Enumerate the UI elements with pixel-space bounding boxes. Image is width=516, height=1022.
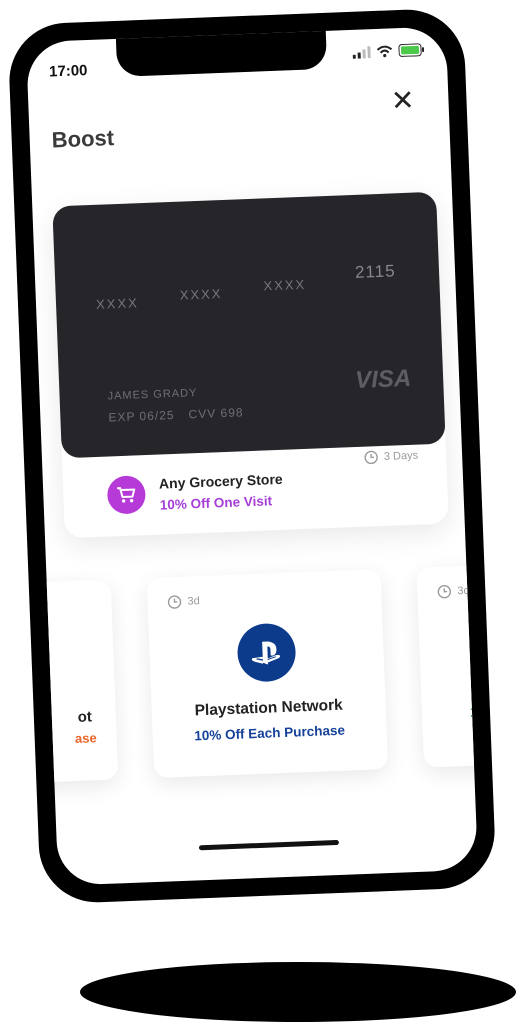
card-expiry: EXP 06/25	[108, 407, 175, 425]
page-title: Boost	[51, 125, 115, 153]
card-cvv: CVV 698	[188, 405, 244, 422]
signal-icon	[352, 45, 371, 59]
app-screen: 17:00 ✕ Boost XXXX XXXX XXXX 2115 JAMES …	[25, 26, 479, 886]
credit-card: XXXX XXXX XXXX 2115 JAMES GRADY EXP 06/2…	[52, 191, 446, 459]
battery-icon	[398, 43, 425, 57]
offer-card-name: ot	[77, 708, 93, 726]
merchant-name: Any Grocery Store	[158, 470, 283, 492]
playstation-logo	[236, 622, 297, 683]
close-button[interactable]: ✕	[390, 84, 415, 118]
clock-icon	[364, 450, 378, 465]
device-notch	[115, 28, 328, 77]
card-number-group: XXXX	[263, 276, 307, 294]
grocery-badge	[106, 475, 147, 515]
card-number-group: XXXX	[95, 295, 140, 312]
card-brand-logo: VISA	[354, 364, 412, 394]
cardholder-name: JAMES GRADY	[107, 387, 198, 403]
offer-card[interactable]: ot ase	[25, 579, 119, 789]
card-last-four: 2115	[354, 261, 396, 282]
boost-card[interactable]: XXXX XXXX XXXX 2115 JAMES GRADY EXP 06/2…	[52, 191, 449, 539]
duration-label: 3d	[457, 584, 470, 598]
status-icons	[352, 43, 425, 59]
offer-duration: 3 Days	[364, 449, 419, 465]
boost-offer-row: Any Grocery Store 10% Off One Visit	[106, 470, 284, 515]
offer-card-playstation[interactable]: 3d Playstation Network 10% Off Each Purc…	[146, 569, 389, 778]
clock-icon	[167, 595, 182, 609]
phone-shadow	[80, 962, 516, 1022]
playstation-icon	[251, 641, 281, 665]
offer-deal: 10% Off One Visit	[159, 492, 273, 513]
card-expiry-row: EXP 06/25 CVV 698	[108, 405, 244, 424]
shopping-cart-icon	[117, 487, 136, 503]
home-indicator[interactable]	[198, 839, 339, 851]
wifi-icon	[376, 45, 393, 57]
offer-card-deal: ase	[74, 730, 97, 746]
card-number-group: XXXX	[179, 286, 223, 303]
duration-label: 3 Days	[383, 449, 419, 463]
offer-card[interactable]: 3d 10%	[416, 558, 479, 768]
phone-frame: 17:00 ✕ Boost XXXX XXXX XXXX 2115 JAMES …	[7, 7, 497, 905]
status-time: 17:00	[48, 62, 88, 81]
offer-card-name: Playstation Network	[194, 696, 344, 720]
offer-duration: 3d	[437, 584, 470, 599]
clock-icon	[437, 585, 452, 599]
offer-card-deal: 10% Off Each Purchase	[193, 722, 346, 744]
offer-duration: 3d	[167, 594, 200, 609]
duration-label: 3d	[187, 595, 201, 608]
offer-text: Any Grocery Store 10% Off One Visit	[159, 470, 284, 512]
offer-card-deal: 10%	[469, 702, 479, 720]
